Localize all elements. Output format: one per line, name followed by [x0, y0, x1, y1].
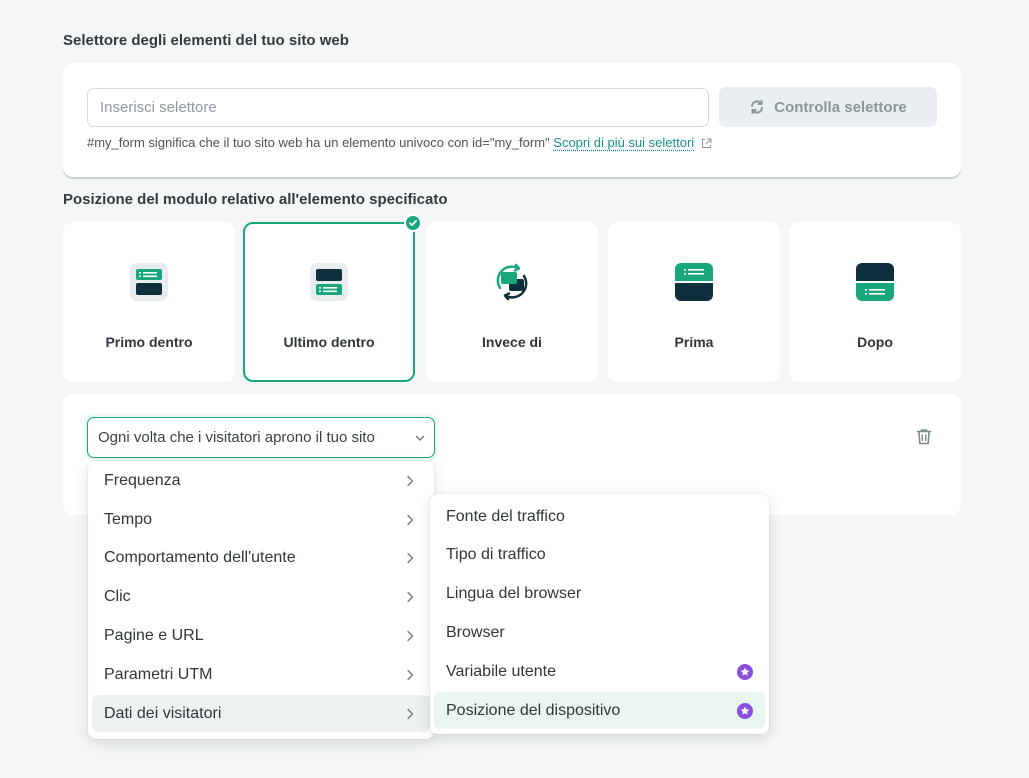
chevron-right-icon [407, 514, 414, 526]
position-section-title: Posizione del modulo relativo all'elemen… [63, 191, 448, 208]
first-inside-icon [130, 263, 168, 301]
menu-item-label: Browser [446, 623, 505, 641]
trigger-select[interactable]: Ogni volta che i visitatori aprono il tu… [87, 417, 435, 458]
position-option-label: Prima [674, 334, 714, 350]
chevron-right-icon [407, 630, 414, 642]
pro-star-icon [737, 664, 753, 680]
menu-item-clic[interactable]: Clic [92, 578, 430, 615]
submenu-item-lingua-browser[interactable]: Lingua del browser [434, 575, 765, 612]
selectors-help-link[interactable]: Scopri di più sui selettori [553, 135, 694, 150]
selector-section-title: Selettore degli elementi del tuo sito we… [63, 32, 349, 49]
position-option-last-inside[interactable]: Ultimo dentro [243, 214, 422, 382]
external-link-icon [701, 138, 712, 149]
visitor-data-submenu: Fonte del traffico Tipo di traffico Ling… [430, 494, 769, 734]
selector-hint: #my_form significa che il tuo sito web h… [87, 135, 712, 150]
chevron-down-icon [415, 435, 425, 441]
menu-item-dati-visitatori[interactable]: Dati dei visitatori [92, 695, 430, 732]
position-option-label: Dopo [857, 334, 893, 350]
selector-hint-text: #my_form significa che il tuo sito web h… [87, 135, 550, 150]
position-option-before[interactable]: Prima [608, 222, 780, 382]
chevron-right-icon [407, 591, 414, 603]
selector-input[interactable] [87, 88, 709, 127]
menu-item-label: Pagine e URL [104, 626, 204, 644]
menu-item-frequenza[interactable]: Frequenza [92, 462, 430, 499]
position-option-label: Invece di [482, 334, 542, 350]
pro-star-icon [737, 703, 753, 719]
menu-item-label: Dati dei visitatori [104, 704, 222, 722]
after-icon [856, 263, 894, 301]
check-selector-button[interactable]: Controlla selettore [719, 87, 937, 127]
chevron-right-icon [407, 708, 414, 720]
chevron-right-icon [407, 669, 414, 681]
menu-item-label: Parametri UTM [104, 665, 213, 683]
condition-category-menu: Frequenza Tempo Comportamento dell'utent… [88, 461, 434, 739]
selected-check-icon [404, 214, 422, 232]
position-option-label: Ultimo dentro [283, 334, 375, 350]
menu-item-tempo[interactable]: Tempo [92, 501, 430, 538]
menu-item-label: Clic [104, 587, 131, 605]
menu-item-label: Lingua del browser [446, 584, 582, 602]
menu-item-label: Fonte del traffico [446, 507, 565, 525]
trash-icon[interactable] [916, 428, 932, 445]
refresh-icon [751, 100, 764, 114]
before-icon [675, 263, 713, 301]
menu-item-label: Variabile utente [446, 662, 556, 680]
menu-item-comportamento[interactable]: Comportamento dell'utente [92, 539, 430, 576]
submenu-item-browser[interactable]: Browser [434, 614, 765, 651]
chevron-right-icon [407, 552, 414, 564]
menu-item-label: Comportamento dell'utente [104, 548, 296, 566]
menu-item-utm[interactable]: Parametri UTM [92, 656, 430, 693]
position-option-label: Primo dentro [105, 334, 193, 350]
position-option-first-inside[interactable]: Primo dentro [63, 222, 235, 382]
submenu-item-fonte-traffico[interactable]: Fonte del traffico [434, 498, 765, 535]
menu-item-label: Frequenza [104, 471, 181, 489]
submenu-item-posizione-dispositivo[interactable]: Posizione del dispositivo [434, 692, 765, 729]
menu-item-pagine-url[interactable]: Pagine e URL [92, 617, 430, 654]
trigger-select-value: Ogni volta che i visitatori aprono il tu… [98, 429, 375, 446]
selector-card: Controlla selettore #my_form significa c… [63, 63, 961, 177]
menu-item-label: Posizione del dispositivo [446, 701, 621, 719]
check-selector-label: Controlla selettore [774, 98, 907, 116]
last-inside-icon [310, 263, 348, 301]
position-option-replace[interactable]: Invece di [426, 222, 598, 382]
submenu-item-variabile-utente[interactable]: Variabile utente [434, 653, 765, 690]
menu-item-label: Tipo di traffico [446, 545, 546, 563]
submenu-item-tipo-traffico[interactable]: Tipo di traffico [434, 536, 765, 573]
replace-icon [496, 263, 528, 301]
chevron-right-icon [407, 475, 414, 487]
position-option-after[interactable]: Dopo [789, 222, 961, 382]
menu-item-label: Tempo [104, 510, 153, 528]
